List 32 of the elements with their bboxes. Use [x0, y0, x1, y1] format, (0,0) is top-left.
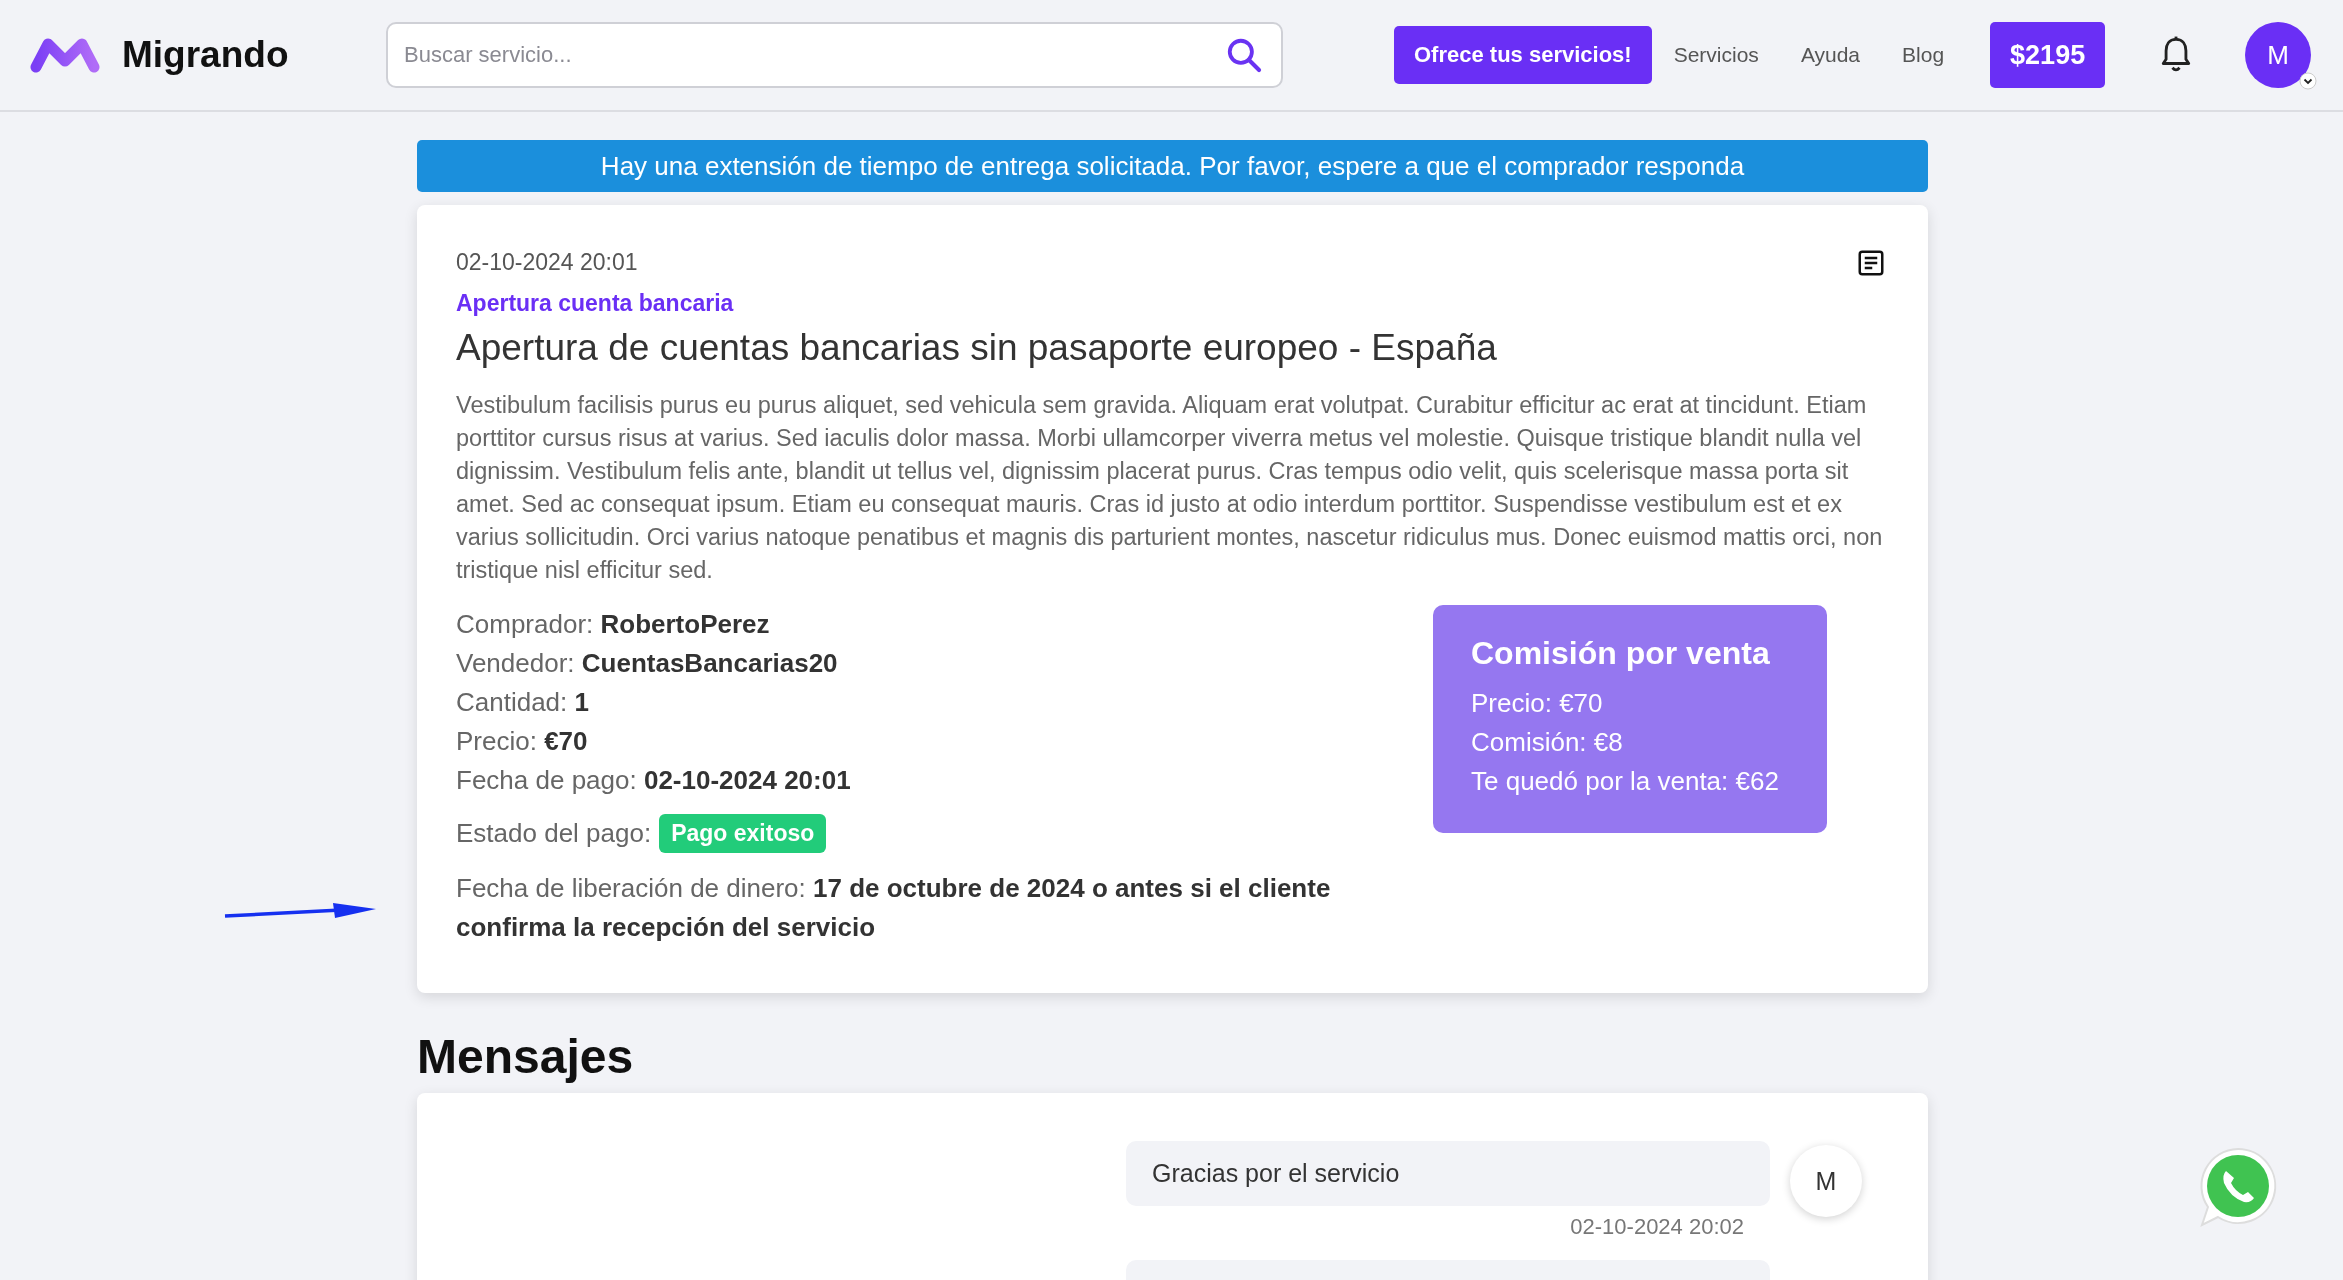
- document-icon[interactable]: [1856, 248, 1886, 278]
- release-date-line: Fecha de liberación de dinero: 17 de octubre de 2024 o antes si el cliente confirma la recepción del servicio: [456, 872, 1332, 944]
- detail-line: Cantidad: 1: [456, 686, 590, 719]
- detail-line: Comprador: RobertoPerez: [456, 608, 771, 641]
- detail-line: Vendedor: CuentasBancarias20: [456, 647, 839, 680]
- user-avatar[interactable]: M: [2245, 22, 2312, 88]
- payment-status-label: Estado del pago:: [456, 818, 652, 849]
- commission-line: Te quedó por la venta: €62: [1471, 765, 1780, 798]
- nav-link[interactable]: Servicios: [1673, 43, 1759, 67]
- search-field[interactable]: Buscar servicio...: [386, 22, 1283, 88]
- commission-title: Comisión por venta: [1471, 635, 1771, 672]
- detail-line: Fecha de pago: 02-10-2024 20:01: [456, 764, 852, 797]
- order-date: 02-10-2024 20:01: [456, 249, 638, 276]
- category-link[interactable]: Apertura cuenta bancaria: [456, 290, 734, 317]
- commission-line: Comisión: €8: [1471, 726, 1624, 759]
- nav-link[interactable]: Blog: [1902, 43, 1945, 67]
- detail-line: Precio: €70: [456, 725, 589, 758]
- chevron-down-icon[interactable]: [2299, 72, 2318, 90]
- messages-heading: Mensajes: [417, 1033, 635, 1081]
- order-title: Apertura de cuentas bancarias sin pasaporte europeo - España: [456, 327, 1498, 369]
- info-banner: Hay una extensión de tiempo de entrega solicitada. Por favor, espere a que el comprador responda: [417, 140, 1928, 192]
- brand-name[interactable]: Migrando: [122, 34, 289, 76]
- status-badge: Pago exitoso: [659, 814, 827, 853]
- offer-services-button[interactable]: Ofrece tus servicios!: [1394, 26, 1652, 84]
- sender-avatar: M: [1790, 1145, 1862, 1217]
- nav-link[interactable]: Ayuda: [1800, 43, 1861, 67]
- order-description: Vestibulum facilisis purus eu purus aliquet, sed vehicula sem gravida. Aliquam erat volutpat. Curabitur efficitur ac erat at tincidunt. Etiam porttitor cursus risus at varius. Sed iaculis dolor massa. Morbi ullamcorper viverra metus vel molestie. Quisque tristique blandit nulla vel dignissim. Vestibulum felis ante, blandit ut tellus vel, dignissim placerat purus. Cras tempus odio velit, quis scelerisque massa porta sit amet. Sed ac consequat ipsum. Etiam eu consequat mauris. Cras id justo at odio interdum porttitor. Suspendisse vestibulum est et ex varius sollicitudin. Orci varius natoque penatibus et magnis dis parturient montes, nascetur ridiculus mus. Donec euismod mattis orci, non tristique nisl efficitur sed.: [456, 391, 1884, 585]
- search-icon[interactable]: [1225, 36, 1263, 74]
- balance-button[interactable]: $2195: [1990, 22, 2106, 88]
- message-bubble: Gracias por el servicio: [1126, 1141, 1770, 1206]
- message-time: 02-10-2024 20:02: [1570, 1214, 1744, 1240]
- commission-line: Precio: €70: [1471, 687, 1604, 720]
